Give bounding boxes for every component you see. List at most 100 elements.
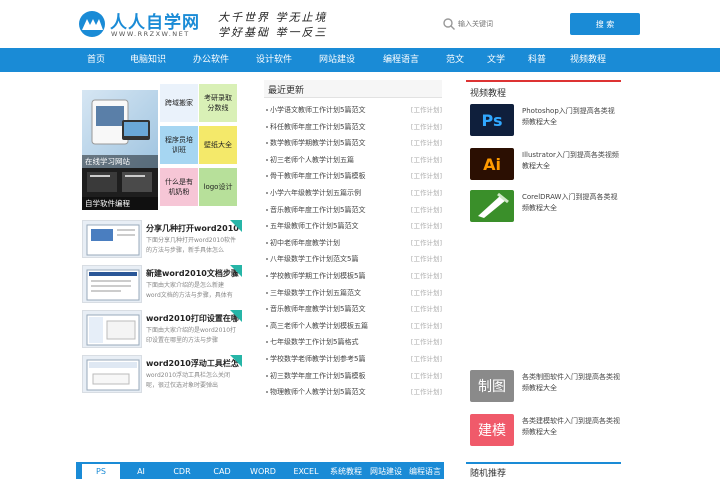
tile-cross-domain[interactable]: 跨域搬家 — [160, 84, 198, 122]
nav-item-computer[interactable]: 电脑知识 — [130, 48, 166, 72]
update-tag[interactable]: [工作计划] — [411, 168, 442, 184]
update-title[interactable]: 科任教师年度工作计划5篇范文 — [270, 119, 365, 135]
update-row[interactable]: 七年级数学工作计划5篇格式 [工作计划] — [264, 334, 442, 350]
update-row[interactable]: 小学语文教师工作计划5篇范文 [工作计划] — [264, 102, 442, 118]
video-item-photoshop[interactable]: Ps Photoshop入门到提高各类视频教程大全 — [468, 104, 620, 140]
update-tag[interactable]: [工作计划] — [411, 318, 442, 334]
update-row[interactable]: 音乐教师年度工作计划5篇范文 [工作计划] — [264, 202, 442, 218]
update-title[interactable]: 初三数学年度工作计划5篇模板 — [270, 368, 365, 384]
update-title[interactable]: 三年级数学工作计划五篇范文 — [270, 285, 361, 301]
nav-item-programming[interactable]: 编程语言 — [383, 48, 419, 72]
tile-self-programming[interactable]: 自学软件编程 — [82, 168, 158, 210]
tab-website[interactable]: 网站建设 — [366, 464, 406, 479]
tile-organic-milk[interactable]: 什么是有机奶粉 — [160, 168, 198, 206]
article-title[interactable]: 新建word2010文档步骤 — [146, 268, 242, 279]
tab-excel[interactable]: EXCEL — [286, 464, 326, 479]
tab-word[interactable]: WORD — [244, 464, 282, 479]
list-item[interactable]: word2010浮动工具栏怎 word2010浮动工具栏怎么关闭呢，很过仅选对象… — [82, 355, 242, 395]
update-tag[interactable]: [工作计划] — [411, 268, 442, 284]
tile-graduate-score[interactable]: 考研录取分数线 — [199, 84, 237, 122]
update-title[interactable]: 五年级教师工作计划5篇范文 — [270, 218, 358, 234]
update-title[interactable]: 初三老师个人教学计划五篇 — [270, 152, 354, 168]
update-row[interactable]: 五年级教师工作计划5篇范文 [工作计划] — [264, 218, 442, 234]
update-row[interactable]: 初三数学年度工作计划5篇模板 [工作计划] — [264, 368, 442, 384]
update-row[interactable]: 初三老师个人教学计划五篇 [工作计划] — [264, 152, 442, 168]
update-title[interactable]: 高三老师个人教学计划模板五篇 — [270, 318, 368, 334]
update-title[interactable]: 学校教师学期工作计划模板5篇 — [270, 268, 365, 284]
tile-wallpapers[interactable]: 壁纸大全 — [199, 126, 237, 164]
update-title[interactable]: 音乐教师年度工作计划5篇范文 — [270, 202, 365, 218]
update-row[interactable]: 音乐教师年度教学计划5篇范文 [工作计划] — [264, 301, 442, 317]
update-tag[interactable]: [工作计划] — [411, 351, 442, 367]
update-row[interactable]: 八年级数学工作计划范文5篇 [工作计划] — [264, 251, 442, 267]
nav-item-office[interactable]: 办公软件 — [193, 48, 229, 72]
update-title[interactable]: 学校数学老师教学计划参考5篇 — [270, 351, 365, 367]
update-tag[interactable]: [工作计划] — [411, 235, 442, 251]
update-tag[interactable]: [工作计划] — [411, 285, 442, 301]
update-title[interactable]: 骨干教师年度工作计划5篇模板 — [270, 168, 365, 184]
list-item[interactable]: word2010打印设置在哪 下面由大家介绍的是word2010打印设置在哪里的… — [82, 310, 242, 350]
update-title[interactable]: 小学语文教师工作计划5篇范文 — [270, 102, 365, 118]
update-tag[interactable]: [工作计划] — [411, 185, 442, 201]
video-item-text[interactable]: Photoshop入门到提高各类视频教程大全 — [522, 106, 620, 128]
update-tag[interactable]: [工作计划] — [411, 202, 442, 218]
update-row[interactable]: 小学六年级教学计划五篇示例 [工作计划] — [264, 185, 442, 201]
search-input[interactable] — [458, 15, 562, 33]
article-title[interactable]: word2010打印设置在哪 — [146, 313, 242, 324]
update-row[interactable]: 骨干教师年度工作计划5篇模板 [工作计划] — [264, 168, 442, 184]
nav-item-science[interactable]: 科普 — [528, 48, 546, 72]
update-title[interactable]: 物理教师个人教学计划5篇范文 — [270, 384, 365, 400]
nav-item-essays[interactable]: 范文 — [446, 48, 464, 72]
update-row[interactable]: 科任教师年度工作计划5篇范文 [工作计划] — [264, 119, 442, 135]
update-tag[interactable]: [工作计划] — [411, 334, 442, 350]
update-row[interactable]: 三年级数学工作计划五篇范文 [工作计划] — [264, 285, 442, 301]
video-item-coreldraw[interactable]: CorelDRAW入门到提高各类视频教程大全 — [468, 190, 620, 226]
video-item-modeling[interactable]: 建模 各类建模软件入门到提高各类视频教程大全 — [468, 414, 620, 450]
article-title[interactable]: word2010浮动工具栏怎 — [146, 358, 242, 369]
list-item[interactable]: 分享几种打开word2010 下面分享几种打开word2010软件的方法与步骤，… — [82, 220, 242, 260]
update-row[interactable]: 物理教师个人教学计划5篇范文 [工作计划] — [264, 384, 442, 400]
tab-cad[interactable]: CAD — [204, 464, 240, 479]
update-title[interactable]: 数学教师学期教学计划5篇范文 — [270, 135, 365, 151]
tile-logo-design[interactable]: logo设计 — [199, 168, 237, 206]
update-title[interactable]: 音乐教师年度教学计划5篇范文 — [270, 301, 365, 317]
update-title[interactable]: 初中老师年度教学计划 — [270, 235, 340, 251]
update-row[interactable]: 数学教师学期教学计划5篇范文 [工作计划] — [264, 135, 442, 151]
update-tag[interactable]: [工作计划] — [411, 218, 442, 234]
tab-programming[interactable]: 编程语言 — [406, 464, 444, 479]
update-tag[interactable]: [工作计划] — [411, 119, 442, 135]
update-tag[interactable]: [工作计划] — [411, 384, 442, 400]
update-title[interactable]: 八年级数学工作计划范文5篇 — [270, 251, 358, 267]
article-title[interactable]: 分享几种打开word2010 — [146, 223, 242, 234]
list-item[interactable]: 新建word2010文档步骤 下面由大家介绍的是怎么新建word文档的方法与步骤… — [82, 265, 242, 305]
update-title[interactable]: 七年级数学工作计划5篇格式 — [270, 334, 358, 350]
update-row[interactable]: 高三老师个人教学计划模板五篇 [工作计划] — [264, 318, 442, 334]
nav-item-web[interactable]: 网站建设 — [319, 48, 355, 72]
update-row[interactable]: 初中老师年度教学计划 [工作计划] — [264, 235, 442, 251]
update-tag[interactable]: [工作计划] — [411, 251, 442, 267]
video-item-text[interactable]: CorelDRAW入门到提高各类视频教程大全 — [522, 192, 620, 214]
update-tag[interactable]: [工作计划] — [411, 152, 442, 168]
update-tag[interactable]: [工作计划] — [411, 301, 442, 317]
update-tag[interactable]: [工作计划] — [411, 102, 442, 118]
video-item-text[interactable]: 各类建模软件入门到提高各类视频教程大全 — [522, 416, 620, 438]
site-logo[interactable]: 人人自学网 WWW.RRZXW.NET — [76, 6, 206, 44]
tab-cdr[interactable]: CDR — [164, 464, 200, 479]
video-item-illustrator[interactable]: Ai Illustrator入门到提高各类视频教程大全 — [468, 148, 620, 184]
update-tag[interactable]: [工作计划] — [411, 368, 442, 384]
tab-system[interactable]: 系统教程 — [326, 464, 366, 479]
update-title[interactable]: 小学六年级教学计划五篇示例 — [270, 185, 361, 201]
tab-ai[interactable]: AI — [126, 464, 156, 479]
tile-programmer-training[interactable]: 程序员培训班 — [160, 126, 198, 164]
nav-item-home[interactable]: 首页 — [87, 48, 105, 72]
nav-item-design[interactable]: 设计软件 — [256, 48, 292, 72]
video-item-text[interactable]: Illustrator入门到提高各类视频教程大全 — [522, 150, 620, 172]
update-row[interactable]: 学校教师学期工作计划模板5篇 [工作计划] — [264, 268, 442, 284]
search-button[interactable]: 搜 索 — [570, 13, 640, 35]
nav-item-video[interactable]: 视频教程 — [570, 48, 606, 72]
tile-online-learning[interactable]: 在线学习网站 — [82, 90, 158, 168]
nav-item-literature[interactable]: 文学 — [487, 48, 505, 72]
video-item-text[interactable]: 各类制图软件入门到提高各类视频教程大全 — [522, 372, 620, 394]
tab-ps[interactable]: PS — [82, 464, 120, 479]
update-row[interactable]: 学校数学老师教学计划参考5篇 [工作计划] — [264, 351, 442, 367]
